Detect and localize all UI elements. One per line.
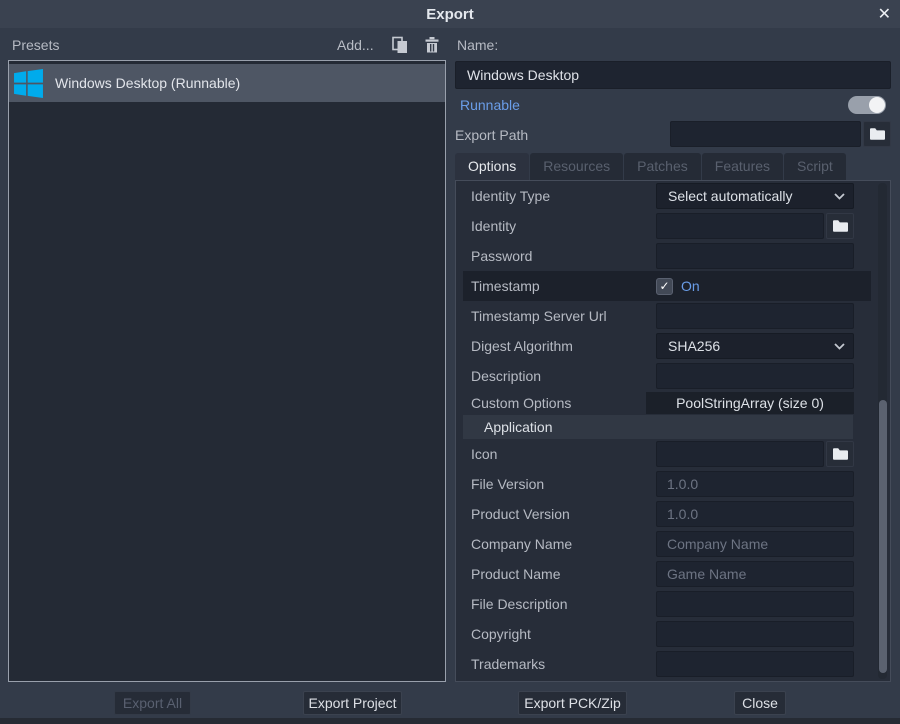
identity-type-label: Identity Type: [456, 188, 656, 204]
product-version-label: Product Version: [456, 506, 656, 522]
timestamp-server-url-label: Timestamp Server Url: [456, 308, 656, 324]
product-name-input[interactable]: [656, 561, 854, 587]
timestamp-checkbox[interactable]: ✓: [656, 278, 673, 295]
file-description-input[interactable]: [656, 591, 854, 617]
option-row-copyright: Copyright: [456, 619, 890, 649]
windows-logo-icon: [13, 68, 44, 99]
identity-input[interactable]: [656, 213, 824, 239]
runnable-toggle[interactable]: [848, 96, 886, 114]
icon-label: Icon: [456, 446, 656, 462]
export-path-browse-button[interactable]: [863, 121, 891, 147]
application-section-header[interactable]: Application: [463, 415, 853, 439]
section-row-application: Application: [456, 415, 890, 439]
option-row-product-version: Product Version: [456, 499, 890, 529]
export-pck-zip-button[interactable]: Export PCK/Zip: [518, 691, 627, 715]
option-row-password: Password: [456, 241, 890, 271]
trademarks-label: Trademarks: [456, 656, 656, 672]
option-row-file-description: File Description: [456, 589, 890, 619]
presets-label: Presets: [12, 37, 59, 53]
folder-icon: [870, 128, 885, 140]
digest-algorithm-label: Digest Algorithm: [456, 338, 656, 354]
password-input[interactable]: [656, 243, 854, 269]
file-version-label: File Version: [456, 476, 656, 492]
file-description-label: File Description: [456, 596, 656, 612]
name-label: Name:: [457, 37, 498, 53]
add-preset-button[interactable]: Add...: [337, 37, 374, 53]
duplicate-preset-icon[interactable]: [391, 36, 409, 54]
option-row-timestamp: Timestamp ✓ On: [456, 271, 890, 301]
copyright-label: Copyright: [456, 626, 656, 642]
tab-features[interactable]: Features: [702, 153, 783, 180]
product-name-label: Product Name: [456, 566, 656, 582]
runnable-label: Runnable: [460, 97, 520, 113]
export-tabs: Options Resources Patches Features Scrip…: [455, 153, 847, 180]
option-row-icon: Icon: [456, 439, 890, 469]
trademarks-input[interactable]: [656, 651, 854, 677]
preset-item-windows-desktop[interactable]: Windows Desktop (Runnable): [9, 64, 445, 102]
option-row-digest-algorithm: Digest Algorithm SHA256: [456, 331, 890, 361]
export-project-button[interactable]: Export Project: [303, 691, 402, 715]
option-row-company-name: Company Name: [456, 529, 890, 559]
digest-algorithm-dropdown[interactable]: SHA256: [656, 333, 854, 359]
icon-input[interactable]: [656, 441, 824, 467]
export-all-button: Export All: [114, 691, 191, 715]
chevron-down-icon: [834, 343, 845, 350]
identity-label: Identity: [456, 218, 656, 234]
timestamp-server-url-input[interactable]: [656, 303, 854, 329]
description-label: Description: [456, 368, 656, 384]
product-version-input[interactable]: [656, 501, 854, 527]
custom-options-array-button[interactable]: PoolStringArray (size 0): [646, 392, 854, 414]
folder-icon: [833, 220, 848, 232]
copyright-input[interactable]: [656, 621, 854, 647]
close-button[interactable]: Close: [734, 691, 786, 715]
option-row-file-version: File Version: [456, 469, 890, 499]
toggle-knob: [869, 97, 885, 113]
timestamp-label: Timestamp: [456, 278, 656, 294]
identity-type-dropdown[interactable]: Select automatically: [656, 183, 854, 209]
option-row-identity: Identity: [456, 211, 890, 241]
preset-item-label: Windows Desktop (Runnable): [55, 75, 240, 91]
option-row-timestamp-server-url: Timestamp Server Url: [456, 301, 890, 331]
delete-preset-icon[interactable]: [423, 36, 441, 54]
option-row-identity-type: Identity Type Select automatically: [456, 181, 890, 211]
icon-browse-button[interactable]: [826, 441, 854, 467]
export-path-input[interactable]: [670, 121, 861, 147]
custom-options-label: Custom Options: [456, 395, 656, 411]
company-name-input[interactable]: [656, 531, 854, 557]
identity-browse-button[interactable]: [826, 213, 854, 239]
option-row-description: Description: [456, 361, 890, 391]
tab-resources[interactable]: Resources: [530, 153, 623, 180]
option-row-trademarks: Trademarks: [456, 649, 890, 679]
option-row-custom-options: Custom Options PoolStringArray (size 0): [456, 391, 890, 415]
option-row-product-name: Product Name: [456, 559, 890, 589]
scrollbar-thumb[interactable]: [879, 400, 887, 673]
window-bottom-edge: [0, 718, 900, 724]
tab-script[interactable]: Script: [784, 153, 846, 180]
name-input[interactable]: [455, 61, 891, 89]
company-name-label: Company Name: [456, 536, 656, 552]
chevron-down-icon: [834, 193, 845, 200]
description-input[interactable]: [656, 363, 854, 389]
preset-list: Windows Desktop (Runnable): [8, 60, 446, 682]
tab-patches[interactable]: Patches: [624, 153, 701, 180]
options-panel: Identity Type Select automatically Ident…: [455, 180, 891, 682]
folder-icon: [833, 448, 848, 460]
timestamp-state: On: [681, 278, 700, 294]
password-label: Password: [456, 248, 656, 264]
file-version-input[interactable]: [656, 471, 854, 497]
options-scrollbar[interactable]: [878, 183, 887, 679]
export-path-label: Export Path: [455, 127, 528, 143]
tab-options[interactable]: Options: [455, 153, 529, 180]
